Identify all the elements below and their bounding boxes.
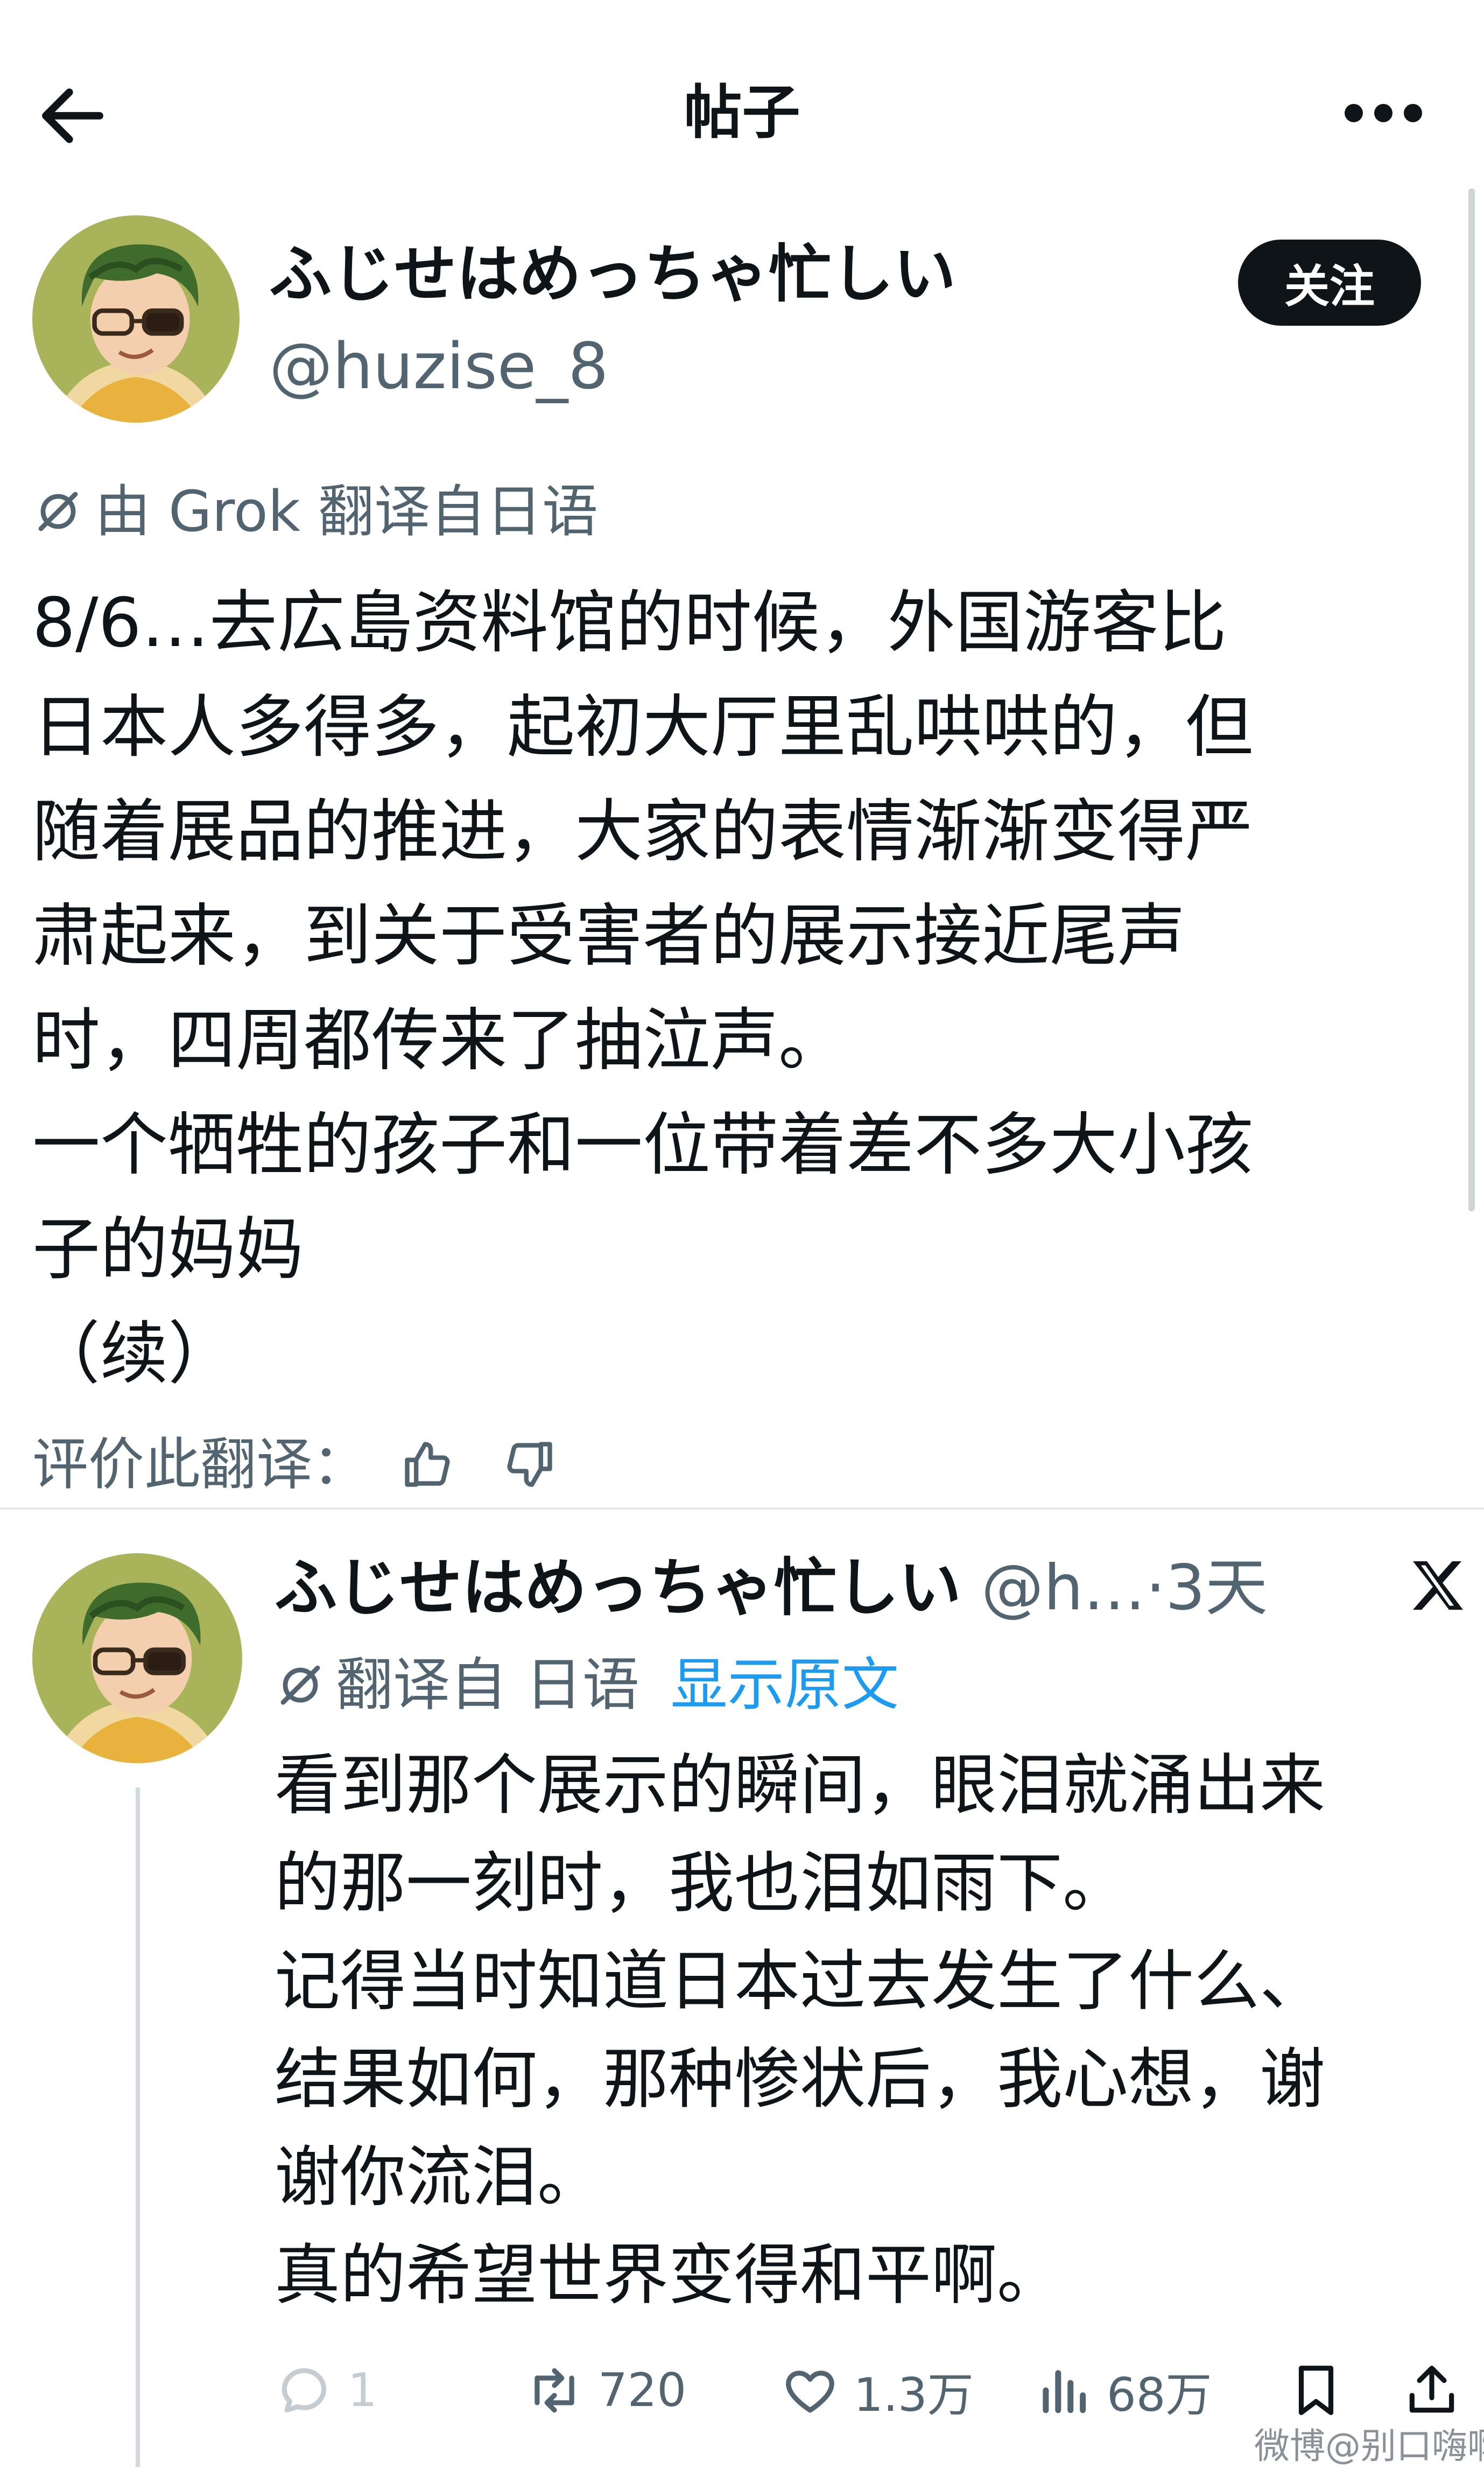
post-text-line: 随着展品的推进，大家的表情渐渐变得严 xyxy=(32,792,1253,871)
scrollbar[interactable] xyxy=(1468,188,1475,1211)
author-name[interactable]: ふじせはめっちゃ忙しい xyxy=(269,237,956,312)
post-text-line: 一个牺牲的孩子和一位带着差不多大小孩 xyxy=(32,1105,1253,1184)
post-text-line: 肃起来，到关于受害者的展示接近尾声 xyxy=(32,896,1185,976)
reply-text-line: 真的希望世界变得和平啊。 xyxy=(275,2237,1063,2313)
x-logo-icon xyxy=(1405,1553,1469,1618)
share-button[interactable] xyxy=(1402,2358,1475,2423)
show-original-link[interactable]: 显示原文 xyxy=(671,1647,899,1723)
reply-text-line: 谢你流泪。 xyxy=(275,2139,603,2215)
bookmark-button[interactable] xyxy=(1286,2358,1360,2423)
post-text-line: （续） xyxy=(32,1314,236,1393)
follow-button[interactable]: 关注 xyxy=(1238,240,1421,326)
reply-translation-text: 翻译自 日语 xyxy=(336,1652,639,1718)
reply-text-line: 记得当时知道日本过去发生了什么、 xyxy=(275,1943,1325,2019)
views-chart-icon xyxy=(1043,2370,1086,2414)
reply-text-line: 看到那个展示的瞬间，眼泪就涌出来 xyxy=(275,1747,1325,1823)
reply-count: 1 xyxy=(348,2363,377,2417)
reply-author-avatar[interactable] xyxy=(32,1553,242,1763)
like-button[interactable]: 1.3万 xyxy=(780,2358,974,2423)
avatar-image xyxy=(32,1553,242,1763)
watermark: 微博@别口嗨啊 xyxy=(1254,2425,1484,2467)
grok-icon xyxy=(280,1665,320,1705)
reply-header: ふじせはめっちゃ忙しい @h…·3天 xyxy=(275,1551,1268,1626)
post-text-line: 8/6…去広島资料馆的时候，外国游客比 xyxy=(32,583,1227,662)
reply-author-handle[interactable]: @h… xyxy=(981,1552,1146,1624)
bookmark-icon xyxy=(1298,2366,1334,2415)
thumbs-down-icon[interactable] xyxy=(503,1437,557,1491)
comment-icon xyxy=(282,2368,327,2413)
author-handle[interactable]: @huzise_8 xyxy=(269,328,608,404)
avatar-image xyxy=(32,215,240,423)
post-text-line: 子的妈妈 xyxy=(32,1210,304,1289)
retweet-button[interactable]: 720 xyxy=(525,2358,686,2423)
translation-label-text: 由 Grok 翻译自日语 xyxy=(95,479,599,544)
thumbs-up-icon[interactable] xyxy=(400,1437,454,1491)
more-button[interactable] xyxy=(1340,86,1426,140)
reply-button[interactable]: 1 xyxy=(275,2358,377,2423)
reply-text: 看到那个展示的瞬间，眼泪就涌出来 的那一刻时，我也泪如雨下。 记得当时知道日本过… xyxy=(275,1736,1459,2324)
retweet-count: 720 xyxy=(598,2363,687,2417)
views-button[interactable]: 68万 xyxy=(1033,2358,1212,2423)
rate-translation: 评价此翻译： xyxy=(32,1427,605,1502)
like-count: 1.3万 xyxy=(854,2368,974,2422)
reply-text-line: 的那一刻时，我也泪如雨下。 xyxy=(275,1845,1128,1921)
heart-icon xyxy=(786,2370,834,2413)
post-text-line: 日本人多得多，起初大厅里乱哄哄的，但 xyxy=(32,688,1253,767)
post-text: 8/6…去広島资料馆的时候，外国游客比 日本人多得多，起初大厅里乱哄哄的，但 随… xyxy=(32,571,1453,1406)
rate-translation-label: 评价此翻译： xyxy=(32,1432,369,1497)
more-horizontal-icon xyxy=(1345,104,1422,122)
divider xyxy=(0,1507,1484,1510)
reply-author-name[interactable]: ふじせはめっちゃ忙しい xyxy=(275,1552,961,1624)
thread-line xyxy=(136,1787,140,2467)
author-avatar[interactable] xyxy=(32,215,240,423)
grok-icon xyxy=(38,492,78,531)
reply-text-line: 结果如何，那种惨状后，我心想，谢 xyxy=(275,2041,1325,2117)
retweet-icon xyxy=(534,2368,574,2413)
reply-timestamp[interactable]: 3天 xyxy=(1165,1552,1268,1624)
reply-translation-label: 翻译自 日语 显示原文 xyxy=(275,1647,899,1723)
view-count: 68万 xyxy=(1107,2368,1212,2422)
post-text-line: 时，四周都传来了抽泣声。 xyxy=(32,1001,846,1080)
separator-dot: · xyxy=(1145,1552,1166,1624)
translation-label: 由 Grok 翻译自日语 xyxy=(32,474,598,549)
share-icon xyxy=(1409,2366,1454,2413)
page-title: 帖子 xyxy=(684,79,800,146)
